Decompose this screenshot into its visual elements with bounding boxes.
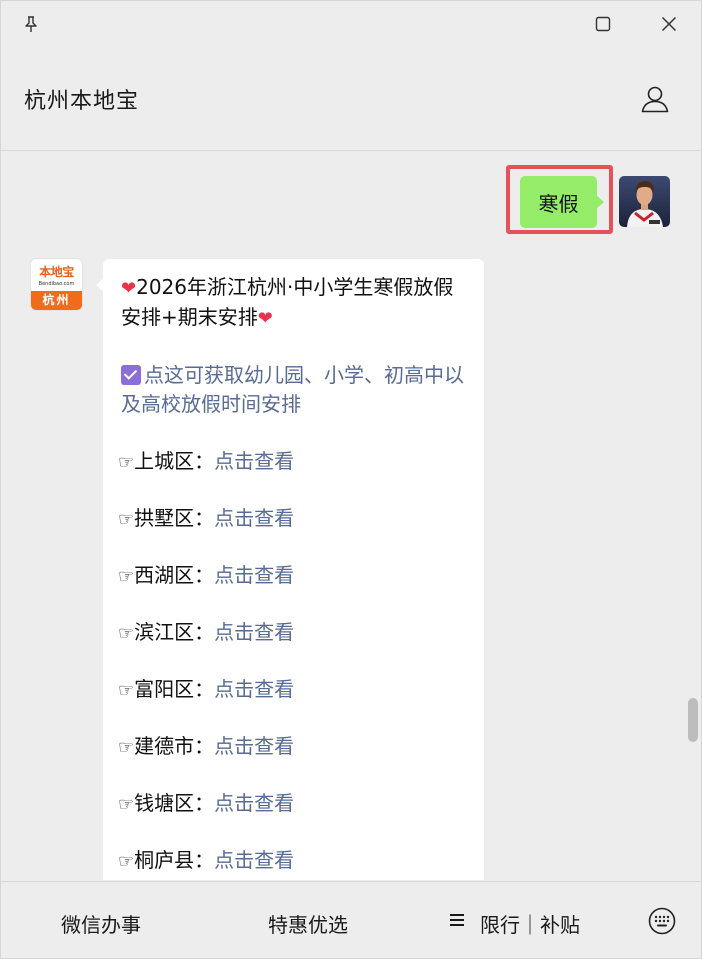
district-item: ☞拱墅区：点击查看 xyxy=(118,504,466,561)
headline-text: 2026年浙江杭州·中小学生寒假放假安排+期末安排 xyxy=(121,275,454,329)
pointing-hand-icon: ☞ xyxy=(118,452,135,473)
sent-message-bubble[interactable]: 寒假 xyxy=(520,176,604,228)
district-link[interactable]: 点击查看 xyxy=(214,620,294,644)
district-link[interactable]: 点击查看 xyxy=(214,791,294,815)
maximize-button[interactable] xyxy=(586,9,620,39)
district-item: ☞西湖区：点击查看 xyxy=(118,561,466,618)
chat-title: 杭州本地宝 xyxy=(24,89,140,114)
pin-icon xyxy=(25,16,37,32)
pin-button[interactable] xyxy=(14,9,48,39)
close-button[interactable] xyxy=(652,9,686,39)
chat-messages: 寒假 本地宝 Bendibao.com 杭州 ❤2026年浙江杭州·中小学生寒假… xyxy=(1,151,701,880)
pointing-hand-icon: ☞ xyxy=(118,851,135,872)
promo-text: 点这可获取幼儿园、小学、初高中以及高校放假时间安排 xyxy=(121,363,464,416)
message-headline: ❤2026年浙江杭州·中小学生寒假放假安排+期末安排❤ xyxy=(121,273,466,333)
district-name: 西湖区： xyxy=(134,563,215,587)
chat-window: 杭州本地宝 寒假 本地宝 Bendibao.com 杭州 ❤2026年浙江杭州·… xyxy=(0,0,702,959)
district-item: ☞滨江区：点击查看 xyxy=(118,618,466,675)
pointing-hand-icon: ☞ xyxy=(118,794,135,815)
pointing-hand-icon: ☞ xyxy=(118,680,135,701)
bot-avatar[interactable]: 本地宝 Bendibao.com 杭州 xyxy=(31,259,82,310)
district-name: 桐庐县： xyxy=(134,848,215,872)
title-bar xyxy=(1,1,701,49)
pointing-hand-icon: ☞ xyxy=(118,737,135,758)
promo-link[interactable]: 点这可获取幼儿园、小学、初高中以及高校放假时间安排 xyxy=(121,361,466,419)
menu-item-restrictions-subsidies[interactable]: 限行｜补贴 xyxy=(450,909,580,938)
menu-item-special-offers[interactable]: 特惠优选 xyxy=(268,909,348,938)
pointing-hand-icon: ☞ xyxy=(118,509,135,530)
district-name: 富阳区： xyxy=(134,677,215,701)
logo-text: 本地宝 xyxy=(39,265,74,279)
menu-item-label: 限行｜补贴 xyxy=(480,913,580,937)
user-avatar-photo xyxy=(619,176,670,227)
district-name: 上城区： xyxy=(134,449,215,473)
pointing-hand-icon: ☞ xyxy=(118,623,135,644)
person-icon xyxy=(641,86,669,113)
keyboard-button[interactable] xyxy=(647,906,677,936)
district-name: 拱墅区： xyxy=(134,506,215,530)
bottom-menu: 微信办事 特惠优选 限行｜补贴 xyxy=(1,881,701,958)
district-item: ☞桐庐县：点击查看 xyxy=(118,846,466,880)
district-item: ☞上城区：点击查看 xyxy=(118,447,466,504)
sent-message-text: 寒假 xyxy=(538,191,579,216)
district-link[interactable]: 点击查看 xyxy=(214,734,294,758)
district-item: ☞富阳区：点击查看 xyxy=(118,675,466,732)
profile-button[interactable] xyxy=(635,79,675,119)
scrollbar-thumb[interactable] xyxy=(688,698,698,742)
district-link[interactable]: 点击查看 xyxy=(214,506,294,530)
menu-item-wechat-services[interactable]: 微信办事 xyxy=(61,909,141,938)
district-name: 建德市： xyxy=(134,734,215,758)
chat-header: 杭州本地宝 xyxy=(1,49,701,151)
heart-icon: ❤ xyxy=(257,308,273,329)
maximize-icon xyxy=(595,16,611,32)
checkbox-icon xyxy=(121,365,141,385)
keyboard-icon xyxy=(648,907,676,935)
heart-icon: ❤ xyxy=(121,278,137,299)
district-link[interactable]: 点击查看 xyxy=(214,677,294,701)
menu-icon xyxy=(450,911,464,929)
district-link[interactable]: 点击查看 xyxy=(214,449,294,473)
district-link[interactable]: 点击查看 xyxy=(214,848,294,872)
district-item: ☞钱塘区：点击查看 xyxy=(118,789,466,846)
pointing-hand-icon: ☞ xyxy=(118,566,135,587)
user-avatar[interactable] xyxy=(619,176,670,227)
close-icon xyxy=(661,16,677,32)
district-name: 钱塘区： xyxy=(134,791,215,815)
district-item: ☞建德市：点击查看 xyxy=(118,732,466,789)
logo-url: Bendibao.com xyxy=(38,281,75,287)
district-link[interactable]: 点击查看 xyxy=(214,563,294,587)
received-message-bubble: ❤2026年浙江杭州·中小学生寒假放假安排+期末安排❤ 点这可获取幼儿园、小学、… xyxy=(96,259,484,880)
logo-city: 杭州 xyxy=(31,291,82,310)
district-list: ☞上城区：点击查看 ☞拱墅区：点击查看 ☞西湖区：点击查看 ☞滨江区：点击查看 … xyxy=(118,447,466,880)
district-name: 滨江区： xyxy=(134,620,215,644)
